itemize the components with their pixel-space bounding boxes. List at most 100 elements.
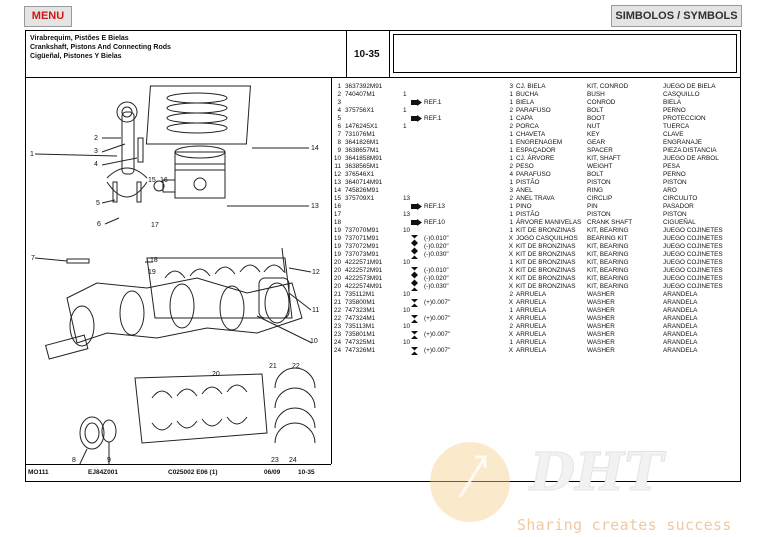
parts-pt: PARAFUSO xyxy=(516,171,551,178)
parts-en: NUT xyxy=(587,123,601,130)
parts-en: PISTON xyxy=(587,179,611,186)
parts-note: (+)0.007" xyxy=(424,331,451,338)
parts-pt: KIT DE BRONZINAS xyxy=(516,283,576,290)
parts-ref: 19 xyxy=(333,251,341,258)
parts-pt: ARRUELA xyxy=(516,347,547,354)
parts-q2: 1 xyxy=(509,307,513,314)
page-header: Virabrequim, Pistões E Bielas Crankshaft… xyxy=(26,31,740,78)
parts-q2: X xyxy=(508,283,513,290)
symbols-button[interactable]: SIMBOLOS / SYMBOLS xyxy=(611,5,742,27)
parts-es: JUEGO COJINETES xyxy=(663,275,723,282)
parts-pt: ANEL xyxy=(516,187,533,194)
parts-en: KIT, BEARING xyxy=(587,267,629,274)
parts-pt: KIT DE BRONZINAS xyxy=(516,251,576,258)
callout-number: 7 xyxy=(31,255,35,262)
parts-en: CRANK SHAFT xyxy=(587,219,633,226)
parts-ref: 19 xyxy=(333,243,341,250)
parts-ref: 22 xyxy=(333,307,341,314)
reference-arrow-icon xyxy=(411,115,422,125)
parts-pt: ÁRVORE MANIVELAS xyxy=(516,219,582,226)
menu-button[interactable]: MENU xyxy=(24,6,72,27)
parts-pt: ARRUELA xyxy=(516,291,547,298)
parts-en: KIT, BEARING xyxy=(587,275,629,282)
parts-es: JUEGO COJINETES xyxy=(663,283,723,290)
parts-qty: 10 xyxy=(403,307,411,314)
parts-en: BOOT xyxy=(587,115,606,122)
parts-pt: CAPA xyxy=(516,115,533,122)
parts-pn: 3641858M91 xyxy=(345,155,383,162)
parts-q2: X xyxy=(508,243,513,250)
parts-ref: 1 xyxy=(337,83,341,90)
parts-note: REF.1 xyxy=(424,115,442,122)
watermark-logo: DHT xyxy=(528,442,666,503)
parts-catalog-page: Virabrequim, Pistões E Bielas Crankshaft… xyxy=(25,30,741,482)
parts-en: KIT, CONROD xyxy=(587,83,629,90)
parts-pn: 4222571M91 xyxy=(345,259,383,266)
parts-pn: 747324M1 xyxy=(345,315,376,322)
footer-date: 06/09 xyxy=(264,469,281,476)
parts-es: JUEGO COJINETES xyxy=(663,227,723,234)
parts-pt: BIELA xyxy=(516,99,535,106)
parts-ref: 17 xyxy=(333,211,341,218)
parts-en: WASHER xyxy=(587,307,615,314)
parts-pt: KIT DE BRONZINAS xyxy=(516,227,576,234)
parts-q2: X xyxy=(508,299,513,306)
callout-number: 2 xyxy=(94,135,98,142)
parts-note: (-)0.010" xyxy=(424,235,449,242)
parts-es: CIRCULITO xyxy=(663,195,698,202)
parts-q2: X xyxy=(508,235,513,242)
callout-number: 5 xyxy=(96,200,100,207)
parts-pn: 376546X1 xyxy=(345,171,375,178)
parts-en: KEY xyxy=(587,131,600,138)
parts-note: REF.1 xyxy=(424,99,442,106)
parts-es: PASADOR xyxy=(663,203,694,210)
title-spanish: Cigüeñal, Pistones Y Bielas xyxy=(30,53,122,60)
parts-es: JUEGO COJINETES xyxy=(663,259,723,266)
parts-es: PESA xyxy=(663,163,681,170)
piston xyxy=(174,151,226,199)
parts-es: PERNO xyxy=(663,107,686,114)
callout-number: 24 xyxy=(289,457,297,464)
parts-es: JUEGO COJINETES xyxy=(663,243,723,250)
parts-pt: PARAFUSO xyxy=(516,107,551,114)
parts-ref: 10 xyxy=(333,155,341,162)
parts-es: ARANDELA xyxy=(663,323,698,330)
parts-note: (+)0.007" xyxy=(424,315,451,322)
size-variant-icon xyxy=(411,347,418,358)
parts-pn: 747326M1 xyxy=(345,347,376,354)
callout-number: 15 xyxy=(148,177,156,184)
parts-pt: KIT DE BRONZINAS xyxy=(516,275,576,282)
parts-q2: 1 xyxy=(509,155,513,162)
thrust-washer xyxy=(274,367,316,389)
parts-qty: 10 xyxy=(403,323,411,330)
parts-pt: ARRUELA xyxy=(516,315,547,322)
parts-q2: 3 xyxy=(509,187,513,194)
parts-pn: 731076M1 xyxy=(345,131,376,138)
parts-pn: 737071M91 xyxy=(345,235,379,242)
parts-pn: 735801M1 xyxy=(345,331,376,338)
parts-en: WASHER xyxy=(587,291,615,298)
callout-number: 14 xyxy=(311,145,319,152)
size-variant-icon xyxy=(411,315,418,326)
parts-ref: 22 xyxy=(333,315,341,322)
parts-pn: 3638657M1 xyxy=(345,147,379,154)
parts-q2: 2 xyxy=(509,291,513,298)
callout-number: 3 xyxy=(94,148,98,155)
callout-number: 12 xyxy=(312,269,320,276)
parts-pn: 737073M91 xyxy=(345,251,379,258)
parts-en: BOLT xyxy=(587,107,604,114)
callout-number: 19 xyxy=(148,269,156,276)
header-divider xyxy=(389,31,390,77)
parts-q2: 1 xyxy=(509,227,513,234)
parts-ref: 4 xyxy=(337,107,341,114)
parts-es: ARANDELA xyxy=(663,291,698,298)
parts-ref: 24 xyxy=(333,347,341,354)
parts-es: JUEGO DE ARBOL xyxy=(663,155,719,162)
parts-es: ARANDELA xyxy=(663,331,698,338)
parts-ref: 19 xyxy=(333,235,341,242)
callout-number: 11 xyxy=(312,307,319,314)
parts-ref: 11 xyxy=(334,163,341,170)
page-number: 10-35 xyxy=(354,49,380,60)
parts-es: JUEGO COJINETES xyxy=(663,267,723,274)
parts-es: JUEGO COJINETES xyxy=(663,251,723,258)
